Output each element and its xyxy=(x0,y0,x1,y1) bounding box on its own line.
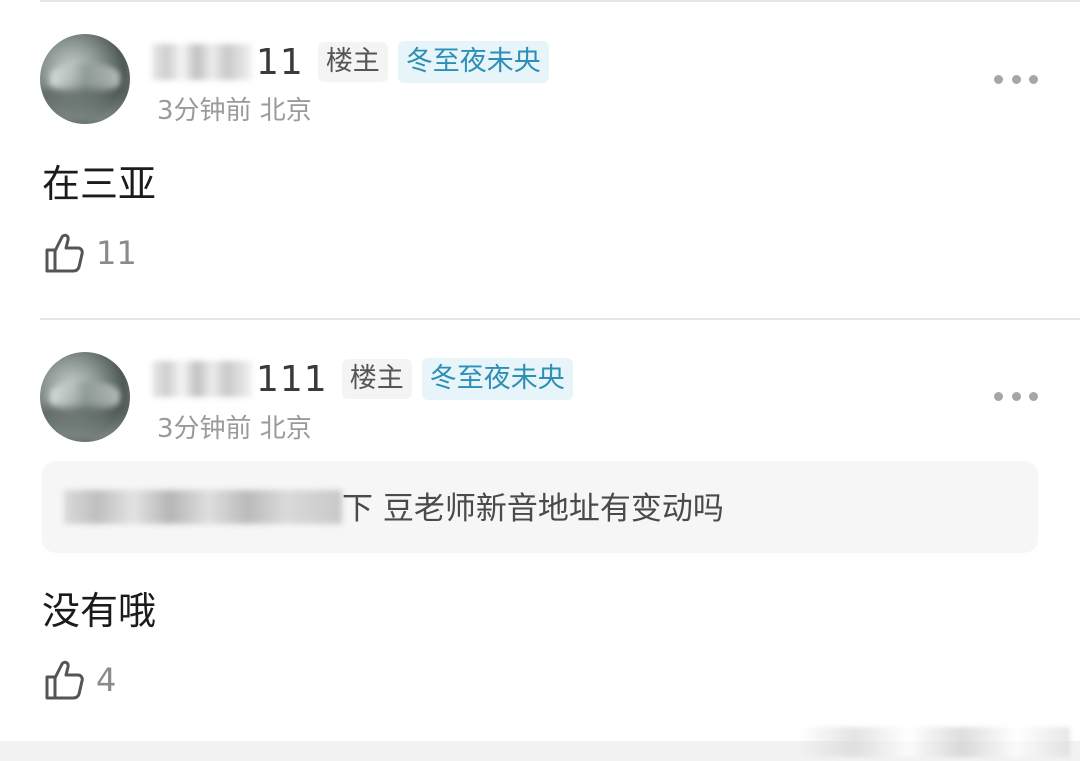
username[interactable]: 111 xyxy=(152,359,328,400)
like-button[interactable]: 4 xyxy=(44,658,116,702)
avatar[interactable] xyxy=(40,352,130,442)
comment-page: 11 楼主 冬至夜未央 3分钟前 北京 在三亚 11 111 楼主 冬至夜未央 … xyxy=(0,0,1080,761)
comment-meta: 3分钟前 北京 xyxy=(157,96,312,126)
dot xyxy=(1029,74,1038,84)
rank-badge[interactable]: 冬至夜未央 xyxy=(397,41,549,83)
username-suffix: 111 xyxy=(256,358,328,400)
comment-body: 没有哦 xyxy=(42,589,157,633)
avatar[interactable] xyxy=(40,34,130,124)
username[interactable]: 11 xyxy=(152,42,304,83)
dot xyxy=(1011,391,1021,401)
comment-item: 111 楼主 冬至夜未央 3分钟前 北京 下 豆老师新音地址有变动吗 没有哦 4 xyxy=(0,320,1080,740)
dot xyxy=(1029,391,1038,401)
owner-badge: 楼主 xyxy=(341,359,412,399)
username-suffix: 11 xyxy=(256,41,304,83)
dot xyxy=(1011,74,1021,84)
comment-header: 11 楼主 冬至夜未央 xyxy=(152,39,549,85)
dot xyxy=(994,391,1003,401)
comment-header: 111 楼主 冬至夜未央 xyxy=(152,356,573,402)
username-blur xyxy=(152,44,252,80)
quoted-text: 下 豆老师新音地址有变动吗 xyxy=(342,491,724,527)
comment-body: 在三亚 xyxy=(42,162,157,206)
more-dots-icon[interactable] xyxy=(994,67,1038,91)
thumbs-up-icon xyxy=(45,660,84,700)
like-button[interactable]: 11 xyxy=(44,231,137,275)
owner-badge: 楼主 xyxy=(317,42,388,82)
more-dots-icon[interactable] xyxy=(994,384,1038,408)
like-count: 4 xyxy=(96,661,117,699)
like-count: 11 xyxy=(96,234,137,272)
thumbs-up-icon xyxy=(45,233,84,273)
rank-badge[interactable]: 冬至夜未央 xyxy=(421,358,573,400)
username-blur xyxy=(152,361,252,397)
comment-item: 11 楼主 冬至夜未央 3分钟前 北京 在三亚 11 xyxy=(0,0,1080,318)
comment-meta: 3分钟前 北京 xyxy=(157,414,312,444)
quoted-reply[interactable]: 下 豆老师新音地址有变动吗 xyxy=(42,461,1038,553)
quoted-user-blur xyxy=(64,490,342,524)
watermark xyxy=(800,727,1070,757)
dot xyxy=(994,74,1003,84)
